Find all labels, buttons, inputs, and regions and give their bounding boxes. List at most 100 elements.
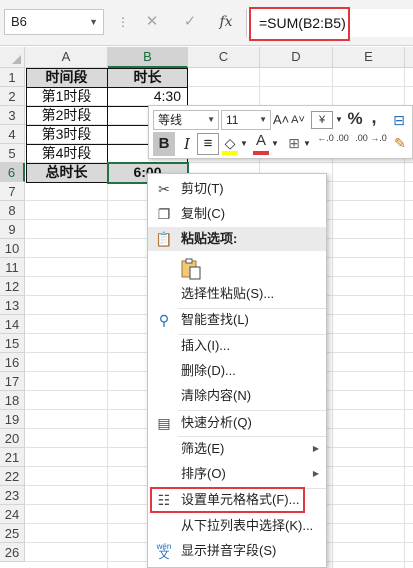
cancel-icon[interactable]: ✕ xyxy=(140,10,164,34)
search-icon: ⚲ xyxy=(158,312,170,328)
select-all-corner[interactable] xyxy=(0,47,25,68)
enter-icon[interactable]: ✓ xyxy=(178,10,202,34)
row-header-3[interactable]: 3 xyxy=(0,106,25,125)
chevron-down-icon[interactable]: ▼ xyxy=(303,133,311,155)
row-header-13[interactable]: 13 xyxy=(0,296,25,315)
italic-button[interactable]: I xyxy=(176,132,198,156)
row-header-10[interactable]: 10 xyxy=(0,239,25,258)
row-header-16[interactable]: 16 xyxy=(0,353,25,372)
row-header-2[interactable]: 2 xyxy=(0,87,25,106)
borders-icon[interactable]: ⊞ xyxy=(285,132,303,154)
chevron-down-icon[interactable]: ▼ xyxy=(271,133,279,155)
row-header-24[interactable]: 24 xyxy=(0,505,25,524)
drag-handle-icon[interactable]: ⋮ xyxy=(117,12,129,32)
row-header-17[interactable]: 17 xyxy=(0,372,25,391)
row-header-1[interactable]: 1 xyxy=(0,68,25,87)
row-header-23[interactable]: 23 xyxy=(0,486,25,505)
phonetic-icon: wén 文 xyxy=(154,539,174,563)
format-painter-icon[interactable]: ✎ xyxy=(391,132,409,154)
font-name-value: 等线 xyxy=(158,113,183,127)
percent-style-icon[interactable]: % xyxy=(346,108,364,130)
insert-function-icon[interactable]: fx xyxy=(214,10,238,34)
row-header-8[interactable]: 8 xyxy=(0,201,25,220)
menu-item-pick-from-list[interactable]: 从下拉列表中选择(K)... xyxy=(148,514,326,538)
menu-item-format-cells[interactable]: ☷ 设置单元格格式(F)... xyxy=(148,488,326,512)
menu-item-paste-special-label: 选择性粘贴(S)... xyxy=(181,286,275,301)
row-header-26[interactable]: 26 xyxy=(0,543,25,562)
menu-item-quick-analysis-label: 快速分析(Q) xyxy=(181,415,252,430)
name-box-value: B6 xyxy=(11,14,27,29)
menu-item-paste-special[interactable]: 选择性粘贴(S)... xyxy=(148,282,326,306)
submenu-arrow-icon: ▶ xyxy=(312,444,319,453)
submenu-arrow-icon: ▶ xyxy=(312,469,319,478)
row-header-5[interactable]: 5 xyxy=(0,144,25,163)
font-size-select[interactable]: 11 ▼ xyxy=(221,110,271,130)
menu-item-quick-analysis[interactable]: ▤ 快速分析(Q) xyxy=(148,411,326,435)
column-header-d[interactable]: D xyxy=(260,47,333,68)
column-header-f[interactable] xyxy=(405,47,413,68)
row-header-18[interactable]: 18 xyxy=(0,391,25,410)
bold-button[interactable]: B xyxy=(153,132,175,156)
cell-a1[interactable]: 时间段 xyxy=(26,68,107,88)
scissors-icon: ✂ xyxy=(158,181,170,197)
row-header-14[interactable]: 14 xyxy=(0,315,25,334)
formula-text: =SUM(B2:B5) xyxy=(259,15,346,31)
cell-b2[interactable]: 4:30 xyxy=(108,87,187,107)
column-header-e[interactable]: E xyxy=(333,47,405,68)
menu-item-filter[interactable]: 筛选(E) ▶ xyxy=(148,437,326,461)
chevron-down-icon[interactable]: ▼ xyxy=(335,109,343,131)
comma-style-icon[interactable]: , xyxy=(367,106,381,128)
fill-color-swatch xyxy=(222,151,238,155)
row-header-19[interactable]: 19 xyxy=(0,410,25,429)
menu-item-sort[interactable]: 排序(O) ▶ xyxy=(148,462,326,486)
row-header-21[interactable]: 21 xyxy=(0,448,25,467)
column-header-a[interactable]: A xyxy=(25,47,108,68)
chevron-down-icon: ▼ xyxy=(259,115,267,124)
menu-item-cut-label: 剪切(T) xyxy=(181,181,224,196)
menu-item-copy[interactable]: ❐ 复制(C) xyxy=(148,202,326,226)
row-header-20[interactable]: 20 xyxy=(0,429,25,448)
font-name-select[interactable]: 等线 ▼ xyxy=(153,110,219,130)
menu-item-copy-label: 复制(C) xyxy=(181,206,226,221)
menu-item-smart-lookup[interactable]: ⚲ 智能查找(L) xyxy=(148,308,326,332)
paste-options-label: 粘贴选项: xyxy=(181,231,238,246)
chevron-down-icon[interactable]: ▼ xyxy=(89,10,98,34)
cell-a3[interactable]: 第2时段 xyxy=(26,106,107,126)
center-align-button[interactable]: ≡ xyxy=(197,133,219,155)
row-header-11[interactable]: 11 xyxy=(0,258,25,277)
wrap-text-icon[interactable]: ⊟ xyxy=(389,109,409,131)
decrease-decimal-icon[interactable]: .00 →.0 xyxy=(353,133,389,155)
decrease-font-size-icon[interactable]: A˅ xyxy=(290,109,306,131)
increase-font-size-icon[interactable]: A˄ xyxy=(273,109,289,131)
menu-item-delete[interactable]: 删除(D)... xyxy=(148,359,326,383)
cell-a5[interactable]: 第4时段 xyxy=(26,144,107,164)
accounting-format-icon[interactable]: ¥ xyxy=(311,111,333,129)
row-header-4[interactable]: 4 xyxy=(0,125,25,144)
column-header-c[interactable]: C xyxy=(188,47,260,68)
increase-decimal-icon[interactable]: ←.0 .00 xyxy=(315,133,351,155)
menu-item-insert[interactable]: 插入(I)... xyxy=(148,334,326,358)
font-color-icon[interactable]: A xyxy=(252,130,270,152)
menu-item-cut[interactable]: ✂ 剪切(T) xyxy=(148,177,326,201)
row-header-25[interactable]: 25 xyxy=(0,524,25,543)
menu-item-phonetic[interactable]: wén 文 显示拼音字段(S) xyxy=(148,539,326,563)
paste-clipboard-icon[interactable] xyxy=(180,257,202,281)
chevron-down-icon[interactable]: ▼ xyxy=(240,133,248,155)
row-header-6[interactable]: 6 xyxy=(0,163,25,182)
menu-item-phonetic-label: 显示拼音字段(S) xyxy=(181,543,277,558)
menu-item-clear-contents[interactable]: 清除内容(N) xyxy=(148,384,326,408)
chevron-down-icon: ▼ xyxy=(207,115,215,124)
cell-b1[interactable]: 时长 xyxy=(108,68,187,88)
cell-a6[interactable]: 总时长 xyxy=(26,163,107,183)
name-box[interactable]: B6 ▼ xyxy=(4,9,104,35)
row-header-15[interactable]: 15 xyxy=(0,334,25,353)
cell-a4[interactable]: 第3时段 xyxy=(26,125,107,145)
row-header-12[interactable]: 12 xyxy=(0,277,25,296)
row-header-22[interactable]: 22 xyxy=(0,467,25,486)
formula-input[interactable]: =SUM(B2:B5) xyxy=(249,7,350,41)
row-header-9[interactable]: 9 xyxy=(0,220,25,239)
column-header-b[interactable]: B xyxy=(108,47,188,68)
cell-a2[interactable]: 第1时段 xyxy=(26,87,107,107)
row-header-7[interactable]: 7 xyxy=(0,182,25,201)
formula-bar: B6 ▼ ⋮ ✕ ✓ fx =SUM(B2:B5) xyxy=(0,0,413,46)
